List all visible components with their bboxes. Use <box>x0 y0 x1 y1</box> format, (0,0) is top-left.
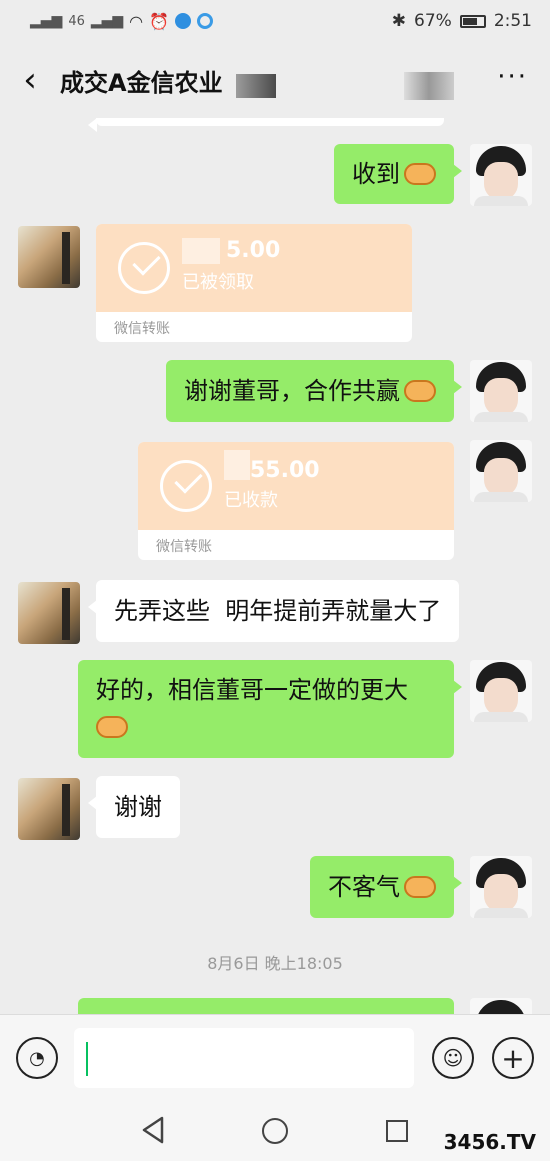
message-bubble-sent-partial[interactable] <box>78 998 454 1014</box>
message-text: 不客气 <box>328 873 400 901</box>
signal-icon: ▂▄▆ <box>30 13 63 29</box>
wifi-icon: ◠ <box>129 11 144 31</box>
network-type: 46 <box>68 13 85 29</box>
watermark: 3456.TV <box>443 1130 536 1154</box>
message-bubble-sent[interactable]: 收到 <box>334 144 462 204</box>
redacted-header-part <box>404 72 454 100</box>
bluetooth-icon: ✱ <box>391 11 407 31</box>
add-button[interactable]: + <box>492 1037 534 1079</box>
message-text: 谢谢 <box>114 793 162 821</box>
emoji-button[interactable]: ☺ <box>432 1037 474 1079</box>
voice-icon: ◔ <box>29 1047 45 1069</box>
handshake-emoji-icon <box>404 163 436 185</box>
message-bubble-received[interactable]: 谢谢 <box>88 776 180 838</box>
message-text: 好的，相信董哥一定做的更大 <box>96 676 408 704</box>
back-button[interactable]: ‹ <box>0 42 60 118</box>
redacted-title-part <box>236 74 276 98</box>
add-icon: + <box>501 1041 525 1075</box>
transfer-status: 已收款 <box>224 490 278 511</box>
my-avatar[interactable] <box>470 856 532 918</box>
timestamp: 8月6日 晚上18:05 <box>207 954 343 973</box>
battery-percent: 67% <box>414 11 452 31</box>
handshake-emoji-icon <box>404 876 436 898</box>
message-bubble-sent[interactable]: 好的，相信董哥一定做的更大 <box>78 660 462 758</box>
my-avatar[interactable] <box>470 144 532 206</box>
chevron-left-icon: ‹ <box>23 60 37 100</box>
transfer-amount: 55.00 <box>250 458 320 483</box>
contact-avatar[interactable] <box>18 582 80 644</box>
my-avatar[interactable] <box>470 360 532 422</box>
handshake-emoji-icon <box>96 716 128 738</box>
more-options-button[interactable]: ··· <box>497 62 528 92</box>
my-avatar[interactable] <box>470 998 532 1014</box>
message-bubble-sent[interactable]: 不客气 <box>310 856 462 918</box>
nav-recents-button[interactable] <box>386 1120 408 1142</box>
message-text: 先弄这些 明年提前弄就量大了 <box>114 597 442 625</box>
chat-header: ‹ 成交A金信农业 ··· <box>0 42 550 118</box>
voice-button[interactable]: ◔ <box>16 1037 58 1079</box>
my-avatar[interactable] <box>470 660 532 722</box>
emoji-icon: ☺ <box>442 1046 464 1070</box>
redacted-amount <box>224 450 250 480</box>
transfer-card[interactable]: 55.00 已收款 微信转账 <box>138 442 454 560</box>
message-bubble-received[interactable]: 先弄这些 明年提前弄就量大了 <box>87 580 460 642</box>
input-bar: ◔ ☺ + <box>0 1014 550 1100</box>
my-avatar[interactable] <box>470 440 532 502</box>
transfer-status: 已被领取 <box>182 272 254 293</box>
contact-avatar[interactable] <box>18 226 80 288</box>
signal-icon-2: ▂▄▆ <box>90 13 124 29</box>
message-bubble-sent[interactable]: 谢谢董哥，合作共赢 <box>166 360 462 422</box>
chat-title: 成交A金信农业 <box>60 68 223 97</box>
nav-back-button[interactable] <box>138 1114 168 1146</box>
handshake-emoji-icon <box>404 380 436 402</box>
check-circle-icon <box>118 242 170 294</box>
transfer-footer: 微信转账 <box>156 539 212 555</box>
clock: 2:51 <box>493 11 532 31</box>
nav-home-button[interactable] <box>262 1118 288 1144</box>
message-text: 收到 <box>352 160 400 188</box>
contact-avatar[interactable] <box>18 778 80 840</box>
transfer-card[interactable]: 5.00 已被领取 微信转账 <box>96 224 412 342</box>
transfer-footer: 微信转账 <box>114 321 170 337</box>
nav-back-icon <box>142 1116 164 1144</box>
app-notification-icon-2 <box>197 13 214 29</box>
alarm-icon: ⏰ <box>149 11 170 31</box>
text-caret <box>86 1042 88 1076</box>
message-input[interactable] <box>74 1028 414 1088</box>
previous-message-edge <box>88 118 444 132</box>
message-list[interactable]: 收到 5.00 已被领取 微信转账 谢谢董哥，合作共赢 55.00 已收款 微信… <box>0 118 550 1014</box>
check-circle-icon <box>160 460 212 512</box>
message-text: 谢谢董哥，合作共赢 <box>184 377 400 405</box>
redacted-amount <box>182 238 220 264</box>
transfer-amount: 5.00 <box>226 238 281 263</box>
app-notification-icon <box>175 13 192 29</box>
battery-icon <box>459 14 486 28</box>
status-bar: ▂▄▆ 46 ▂▄▆ ◠ ⏰ ✱ 67% 2:51 <box>0 0 550 42</box>
